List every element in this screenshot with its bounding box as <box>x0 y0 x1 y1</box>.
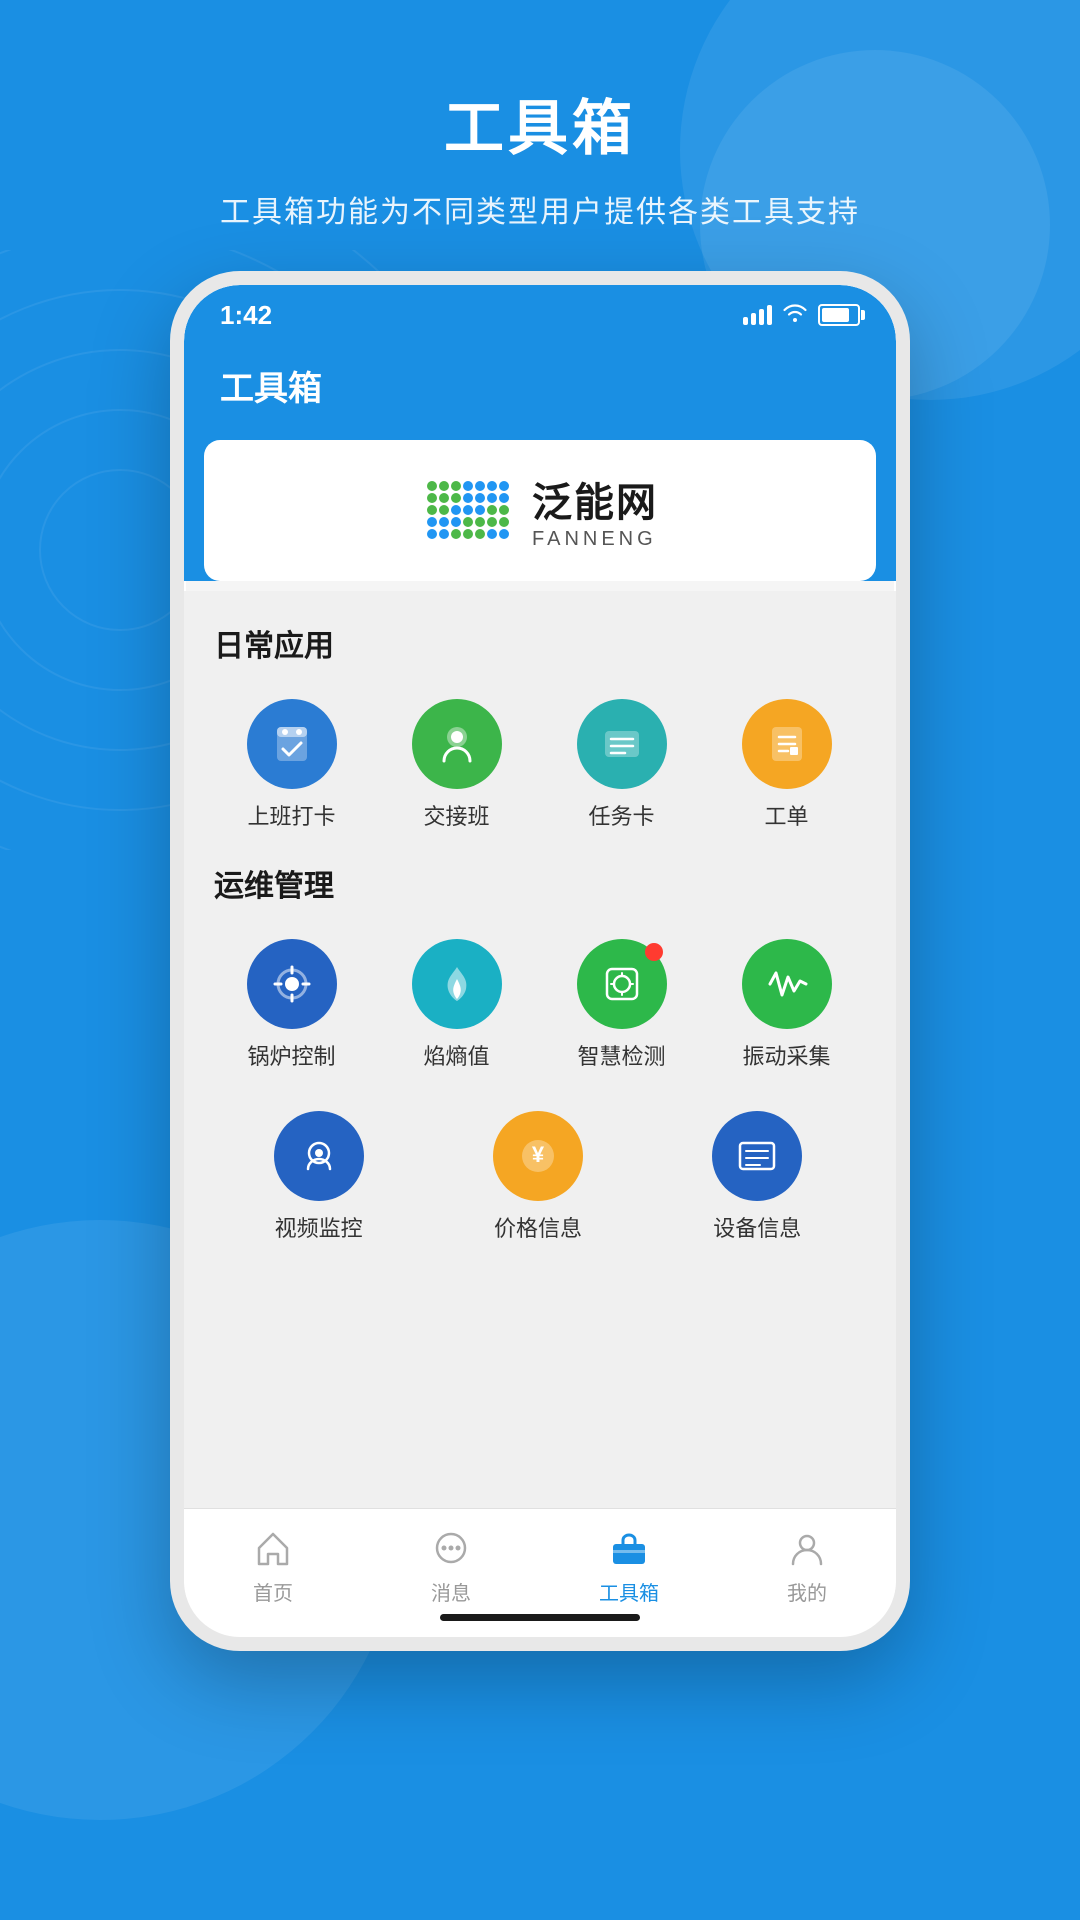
bottom-nav: 首页 消息 <box>184 1508 896 1614</box>
ops-grid-row2: 视频监控 ¥ 价格信息 <box>214 1101 866 1253</box>
ops-section-title: 运维管理 <box>214 861 866 905</box>
phone-mockup: 1:42 <box>170 271 910 1651</box>
page-header: 工具箱 工具箱功能为不同类型用户提供各类工具支持 <box>0 0 1080 271</box>
shift-item[interactable]: 交接班 <box>379 689 534 841</box>
home-indicator <box>184 1614 896 1637</box>
nav-home[interactable]: 首页 <box>184 1525 362 1606</box>
smart-icon <box>597 959 647 1009</box>
flame-item[interactable]: 焰熵值 <box>379 929 534 1081</box>
flame-label: 焰熵值 <box>423 1039 489 1071</box>
device-item[interactable]: 设备信息 <box>653 1101 862 1253</box>
device-icon-circle <box>712 1111 802 1201</box>
video-icon <box>294 1131 344 1181</box>
price-label: 价格信息 <box>494 1211 582 1243</box>
nav-message[interactable]: 消息 <box>362 1525 540 1606</box>
vibration-item[interactable]: 振动采集 <box>709 929 864 1081</box>
workorder-label: 工单 <box>764 799 808 831</box>
signal-icon <box>743 305 772 325</box>
banner-area: 泛能网 FANNENG <box>184 440 896 581</box>
svg-text:¥: ¥ <box>532 1142 545 1167</box>
vibration-label: 振动采集 <box>742 1039 830 1071</box>
nav-home-label: 首页 <box>253 1577 293 1606</box>
checkin-label: 上班打卡 <box>247 799 335 831</box>
nav-message-icon <box>428 1525 474 1571</box>
logo-english: FANNENG <box>532 528 658 551</box>
workorder-icon-circle <box>742 699 832 789</box>
task-icon <box>597 719 647 769</box>
banner-card: 泛能网 FANNENG <box>204 440 876 581</box>
content-inner: 日常应用 <box>184 591 896 1508</box>
logo-text: 泛能网 FANNENG <box>532 470 658 551</box>
app-header-title: 工具箱 <box>220 361 860 410</box>
task-icon-circle <box>577 699 667 789</box>
shift-label: 交接班 <box>423 799 489 831</box>
ops-grid-row1: 锅炉控制 焰熵值 <box>214 929 866 1081</box>
boiler-item[interactable]: 锅炉控制 <box>214 929 369 1081</box>
status-time: 1:42 <box>220 300 272 331</box>
nav-toolbox-icon <box>606 1525 652 1571</box>
task-label: 任务卡 <box>588 799 654 831</box>
workorder-item[interactable]: 工单 <box>709 689 864 841</box>
flame-icon-circle <box>412 939 502 1029</box>
daily-section-title: 日常应用 <box>214 621 866 665</box>
video-icon-circle <box>274 1111 364 1201</box>
price-icon: ¥ <box>513 1131 563 1181</box>
smart-item[interactable]: 智慧检测 <box>544 929 699 1081</box>
task-item[interactable]: 任务卡 <box>544 689 699 841</box>
nav-message-label: 消息 <box>431 1577 471 1606</box>
boiler-icon-circle <box>247 939 337 1029</box>
battery-icon <box>818 304 860 326</box>
logo-chinese: 泛能网 <box>532 470 658 528</box>
app-header: 工具箱 <box>184 345 896 440</box>
workorder-icon <box>762 719 812 769</box>
status-icons <box>743 301 860 329</box>
page-title: 工具箱 <box>0 80 1080 167</box>
flame-icon <box>432 959 482 1009</box>
fanneng-logo: 泛能网 FANNENG <box>422 470 658 551</box>
shift-icon <box>432 719 482 769</box>
daily-apps-grid: 上班打卡 交接班 <box>214 689 866 841</box>
checkin-item[interactable]: 上班打卡 <box>214 689 369 841</box>
device-label: 设备信息 <box>713 1211 801 1243</box>
shift-icon-circle <box>412 699 502 789</box>
checkin-icon-circle <box>247 699 337 789</box>
wifi-icon <box>782 301 808 329</box>
vibration-icon <box>762 959 812 1009</box>
boiler-label: 锅炉控制 <box>247 1039 335 1071</box>
home-bar <box>440 1614 640 1621</box>
content-area: 日常应用 <box>184 581 896 1508</box>
video-item[interactable]: 视频监控 <box>214 1101 423 1253</box>
nav-profile-icon <box>784 1525 830 1571</box>
nav-profile[interactable]: 我的 <box>718 1525 896 1606</box>
smart-label: 智慧检测 <box>577 1039 665 1071</box>
nav-toolbox-label: 工具箱 <box>599 1577 659 1606</box>
page-subtitle: 工具箱功能为不同类型用户提供各类工具支持 <box>0 187 1080 231</box>
smart-icon-circle <box>577 939 667 1029</box>
nav-toolbox[interactable]: 工具箱 <box>540 1525 718 1606</box>
nav-home-icon <box>250 1525 296 1571</box>
smart-badge <box>645 943 663 961</box>
boiler-icon <box>267 959 317 1009</box>
nav-profile-label: 我的 <box>787 1577 827 1606</box>
price-item[interactable]: ¥ 价格信息 <box>433 1101 642 1253</box>
checkin-icon <box>267 719 317 769</box>
logo-dots-icon <box>422 476 512 546</box>
status-bar: 1:42 <box>184 285 896 345</box>
price-icon-circle: ¥ <box>493 1111 583 1201</box>
video-label: 视频监控 <box>275 1211 363 1243</box>
vibration-icon-circle <box>742 939 832 1029</box>
device-icon <box>732 1131 782 1181</box>
